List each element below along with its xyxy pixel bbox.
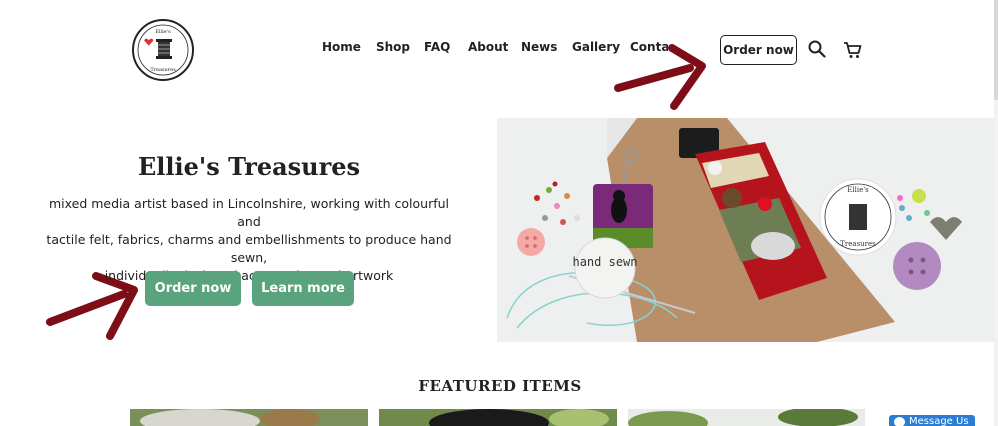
featured-heading: FEATURED ITEMS bbox=[418, 377, 582, 395]
svg-text:Ellie's: Ellie's bbox=[155, 29, 171, 35]
svg-text:Treasures: Treasures bbox=[840, 240, 876, 248]
hero-description-line: tactile felt, fabrics, charms and embell… bbox=[46, 232, 452, 265]
nav-faq[interactable]: FAQ bbox=[424, 40, 450, 54]
nav-news[interactable]: News bbox=[521, 40, 557, 54]
chat-bubble-icon bbox=[894, 417, 905, 426]
svg-text:Ellie's: Ellie's bbox=[847, 186, 869, 194]
hero-description: mixed media artist based in Lincolnshire… bbox=[40, 195, 458, 285]
hero-learn-more-button[interactable]: Learn more bbox=[252, 271, 354, 306]
hand-sewn-tag: hand sewn bbox=[572, 255, 637, 269]
hero-order-button[interactable]: Order now bbox=[145, 271, 241, 306]
featured-item-image[interactable] bbox=[379, 409, 617, 426]
hero-description-line: mixed media artist based in Lincolnshire… bbox=[48, 196, 450, 229]
hero-image: hand sewn Ellie's Treasures bbox=[497, 118, 998, 342]
messenger-button[interactable]: Message Us bbox=[889, 415, 975, 426]
nav-shop[interactable]: Shop bbox=[376, 40, 410, 54]
cart-icon[interactable] bbox=[843, 41, 862, 59]
svg-text:Treasures: Treasures bbox=[150, 67, 176, 73]
hero-description-line: individually designed accessories and ar… bbox=[104, 268, 394, 283]
annotation-arrow-top bbox=[614, 44, 706, 110]
search-icon[interactable] bbox=[808, 40, 826, 58]
page-scrollbar[interactable] bbox=[994, 0, 998, 426]
featured-item-image[interactable] bbox=[628, 409, 865, 426]
site-logo[interactable]: Ellie's Treasures bbox=[132, 19, 194, 81]
header-order-button[interactable]: Order now bbox=[720, 35, 797, 65]
scrollbar-thumb[interactable] bbox=[994, 0, 998, 100]
messenger-label: Message Us bbox=[909, 416, 969, 426]
nav-about[interactable]: About bbox=[468, 40, 508, 54]
hero-title: Ellie's Treasures bbox=[137, 152, 361, 181]
nav-home[interactable]: Home bbox=[322, 40, 361, 54]
featured-item-image[interactable] bbox=[130, 409, 368, 426]
